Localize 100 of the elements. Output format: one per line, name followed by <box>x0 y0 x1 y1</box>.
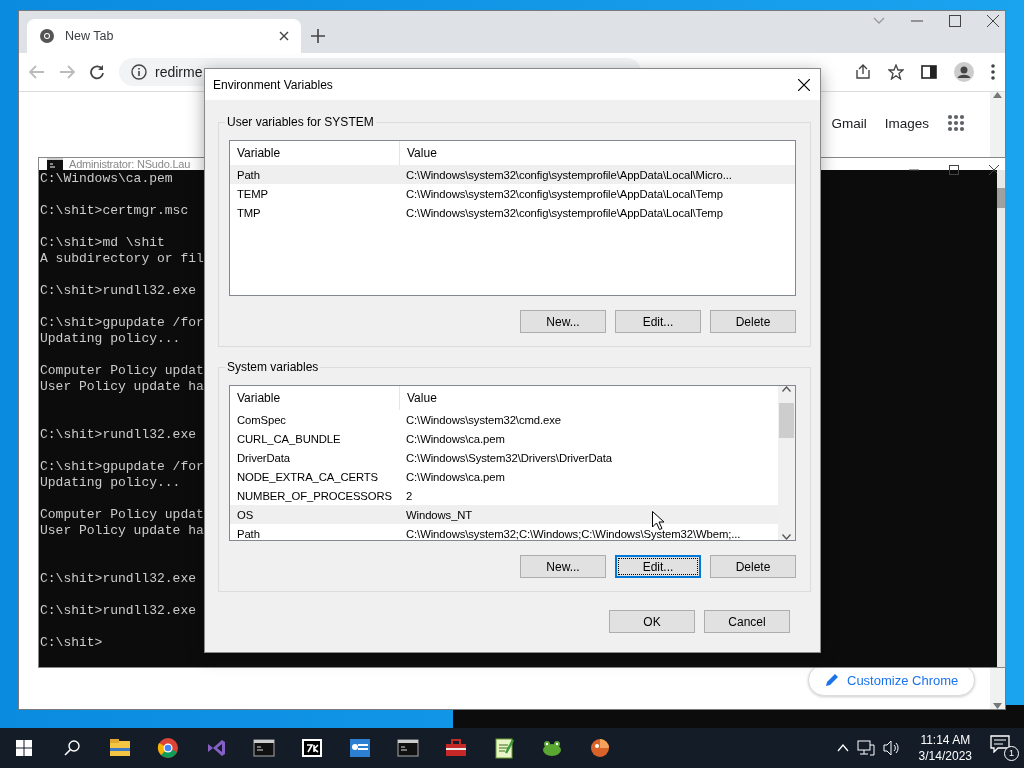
variable-value[interactable]: C:\Windows\System32\Drivers\DriverData <box>400 451 612 464</box>
console-line: User Policy update ha <box>40 523 204 539</box>
maximize-icon[interactable] <box>949 165 959 175</box>
window-title: Administrator: NSudo.Lau <box>69 158 191 170</box>
network-icon[interactable] <box>856 740 875 756</box>
column-header[interactable]: Variable <box>230 386 400 410</box>
profile-icon[interactable] <box>954 62 974 82</box>
console-line: C:\shit>rundll32.exe <box>40 283 197 299</box>
terminal-icon[interactable] <box>396 736 420 760</box>
variables-list[interactable] <box>229 140 796 296</box>
variable-value[interactable]: C:\Windows\system32\config\systemprofile\AppData\Local\Temp <box>400 187 723 200</box>
close-icon[interactable] <box>279 31 289 41</box>
maximize-icon[interactable] <box>949 15 961 27</box>
variable-value[interactable]: C:\Windows\system32\config\systemprofile\AppData\Local\Temp <box>400 206 723 219</box>
variable-name[interactable]: TMP <box>230 206 400 219</box>
console-line: Updating policy... <box>40 331 181 347</box>
dialog-button[interactable]: Delete <box>710 310 796 333</box>
share-icon[interactable] <box>855 64 871 80</box>
plus-icon[interactable] <box>311 29 325 43</box>
time-text: 11:14 AM <box>920 732 971 748</box>
variable-name[interactable]: TEMP <box>230 187 400 200</box>
console-line: C:\shit>md \shit <box>40 235 165 251</box>
column-header[interactable]: Value <box>400 141 437 165</box>
menu-icon[interactable] <box>991 64 995 80</box>
search-icon <box>64 740 80 756</box>
windows-logo-icon <box>16 740 32 756</box>
variable-name[interactable]: DriverData <box>230 451 400 464</box>
notification-badge: 1 <box>1004 746 1019 761</box>
close-button[interactable] <box>796 76 812 93</box>
variable-name[interactable]: OS <box>230 508 400 521</box>
variable-value[interactable]: C:\Windows\ca.pem <box>400 432 505 445</box>
browser-icon <box>39 28 55 44</box>
terminal-icon[interactable] <box>252 736 276 760</box>
notepad-icon[interactable] <box>492 736 516 760</box>
variables-list[interactable] <box>229 385 796 541</box>
star-icon[interactable] <box>888 64 904 80</box>
scroll-up-icon[interactable] <box>782 386 791 392</box>
variable-name[interactable]: ComSpec <box>230 413 400 426</box>
browser-icon[interactable] <box>156 736 180 760</box>
console-line: User Policy update ha <box>40 379 204 395</box>
close-icon <box>798 78 810 91</box>
apps-grid-icon[interactable] <box>947 114 965 132</box>
dialog-button[interactable]: Edit... <box>615 555 701 578</box>
variable-value[interactable]: 2 <box>400 489 413 502</box>
reload-icon[interactable] <box>89 64 105 80</box>
notification-icon[interactable] <box>990 735 1010 753</box>
console-line: C:\shit>rundll32.exe <box>40 571 197 587</box>
sphere-icon[interactable] <box>588 736 612 760</box>
header-link[interactable]: Images <box>884 115 929 131</box>
settings-window-icon[interactable] <box>348 736 372 760</box>
column-header[interactable]: Value <box>400 386 437 410</box>
variable-value[interactable]: C:\Windows\system32;C:\Windows;C:\Windows\System32\Wbem;... <box>400 527 741 540</box>
variable-name[interactable]: NODE_EXTRA_CA_CERTS <box>230 470 400 483</box>
scroll-up-icon[interactable] <box>993 92 1002 98</box>
header-link[interactable]: Gmail <box>831 115 867 131</box>
dialog-button[interactable]: New... <box>520 310 606 333</box>
variable-value[interactable]: C:\Windows\system32\cmd.exe <box>400 413 561 426</box>
chevron-up-icon[interactable] <box>836 744 849 752</box>
variable-value[interactable]: C:\Windows\system32\config\systemprofile\AppData\Local\Micro... <box>400 168 732 181</box>
variable-name[interactable]: CURL_CA_BUNDLE <box>230 432 400 445</box>
dialog-title: Environment Variables <box>213 77 333 92</box>
variable-value[interactable]: Windows_NT <box>400 508 473 521</box>
dialog-button[interactable]: New... <box>520 555 606 578</box>
console-line: C:\shit>gpupdate /for <box>40 459 204 475</box>
console-line: A subdirectory or fil <box>40 251 204 267</box>
browser-tab[interactable]: New Tab <box>27 19 301 53</box>
scroll-thumb[interactable] <box>997 188 1005 208</box>
console-line: C:\shit>rundll32.exe <box>40 603 197 619</box>
console-line: C:\Windows\ca.pem <box>40 171 173 187</box>
console-line: Computer Policy updat <box>40 363 204 379</box>
mouse-pointer-icon <box>652 511 664 530</box>
pencil-icon <box>825 673 839 687</box>
variable-value[interactable]: C:\Windows\ca.pem <box>400 470 505 483</box>
console-line: C:\shit>rundll32.exe <box>40 427 197 443</box>
variable-name[interactable]: Path <box>230 168 400 181</box>
scroll-thumb[interactable] <box>779 403 794 438</box>
group-label: System variables <box>225 360 321 375</box>
scroll-down-icon[interactable] <box>782 534 791 540</box>
dialog-button[interactable]: Edit... <box>615 310 701 333</box>
archive-icon[interactable] <box>300 736 324 760</box>
console-line: C:\shit>certmgr.msc <box>40 203 189 219</box>
scrollbar[interactable] <box>778 386 795 540</box>
clock[interactable]: 11:14 AM 3/14/2023 <box>908 732 982 764</box>
variable-name[interactable]: Path <box>230 527 400 540</box>
scrollbar[interactable] <box>997 170 1005 667</box>
volume-icon[interactable] <box>882 740 901 756</box>
dialog-button[interactable]: Cancel <box>704 610 790 633</box>
side-panel-icon[interactable] <box>921 64 937 80</box>
variable-name[interactable]: NUMBER_OF_PROCESSORS <box>230 489 400 502</box>
dialog-button[interactable]: OK <box>609 610 695 633</box>
console-line: C:\shit> <box>40 635 103 651</box>
scroll-down-icon[interactable] <box>993 703 1002 709</box>
console-line: Updating policy... <box>40 475 181 491</box>
console-line: C:\shit>gpupdate /for <box>40 315 204 331</box>
date-text: 3/14/2023 <box>918 748 972 764</box>
close-icon[interactable] <box>987 15 999 27</box>
info-icon <box>131 64 147 80</box>
close-icon[interactable] <box>989 165 999 175</box>
console-line: Computer Policy updat <box>40 507 204 523</box>
dialog-button[interactable]: Delete <box>710 555 796 578</box>
